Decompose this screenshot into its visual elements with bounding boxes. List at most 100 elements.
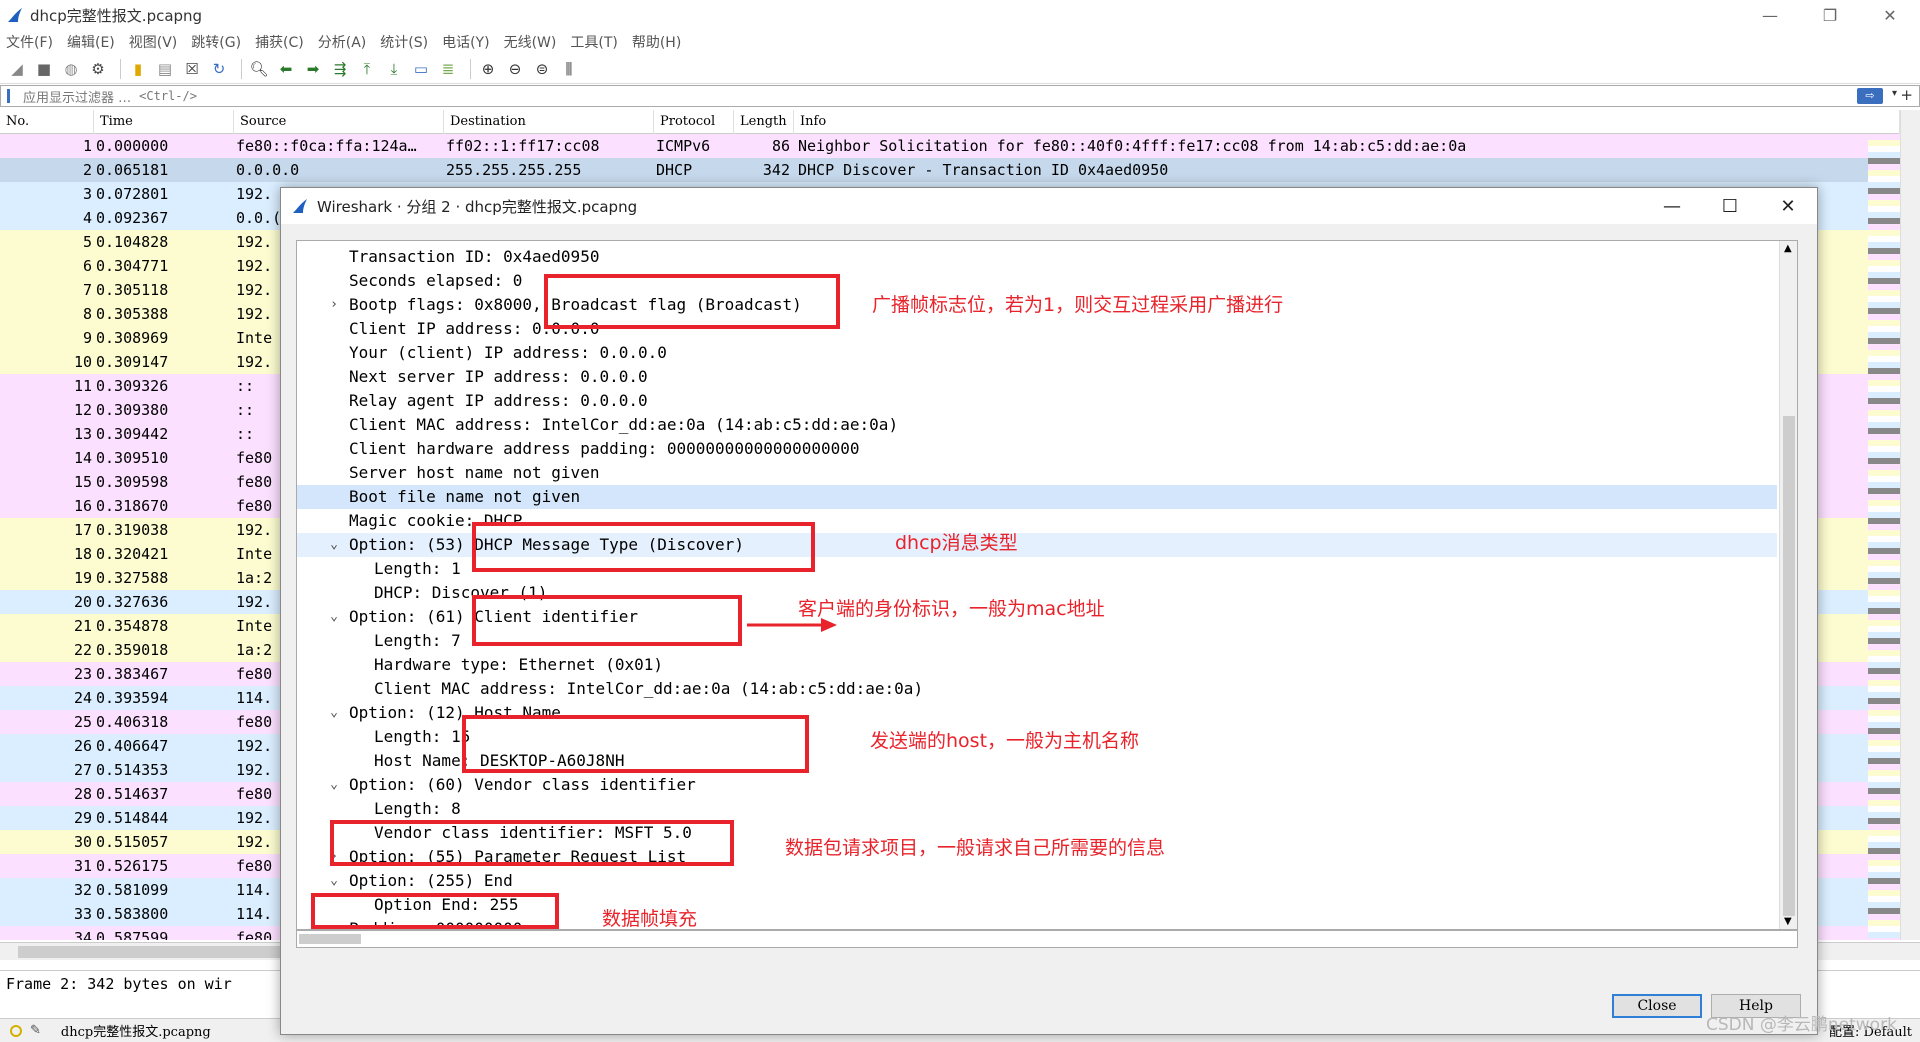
dialog-minimize-button[interactable]: —: [1643, 188, 1701, 224]
frame-summary-line[interactable]: Frame 2: 342 bytes on wir: [6, 975, 232, 993]
tree-item[interactable]: Client IP address: 0.0.0.0: [297, 317, 1777, 341]
menu-telephony[interactable]: 电话(Y): [442, 32, 489, 52]
zoom-reset-icon[interactable]: ⊜: [531, 58, 553, 80]
dialog-close-icon-button[interactable]: ✕: [1759, 188, 1817, 224]
menu-analyze[interactable]: 分析(A): [318, 32, 367, 52]
display-filter-bar[interactable]: 应用显示过滤器 … <Ctrl-/> ⇨ ▾ +: [0, 85, 1920, 107]
annotation-box-param-request: [330, 820, 734, 866]
go-forward-icon[interactable]: ➡: [302, 58, 324, 80]
menu-statistics[interactable]: 统计(S): [380, 32, 428, 52]
tree-item[interactable]: Client hardware address padding: 0000000…: [297, 437, 1777, 461]
tree-item[interactable]: Your (client) IP address: 0.0.0.0: [297, 341, 1777, 365]
tree-item[interactable]: ⌄ Option: (255) End: [297, 869, 1777, 893]
bookmark-icon[interactable]: [7, 89, 19, 103]
apply-filter-arrow-icon[interactable]: ⇨: [1857, 88, 1883, 104]
go-last-icon[interactable]: ⤓: [383, 58, 405, 80]
colorize-icon[interactable]: ≣: [437, 58, 459, 80]
tree-item[interactable]: Relay agent IP address: 0.0.0.0: [297, 389, 1777, 413]
tree-item[interactable]: Hardware type: Ethernet (0x01): [297, 653, 1777, 677]
resize-columns-icon[interactable]: ⫼: [558, 58, 580, 80]
close-file-icon[interactable]: ☒: [181, 58, 203, 80]
expanded-chevron-icon[interactable]: ⌄: [327, 533, 341, 557]
tree-scroll-thumb[interactable]: [1783, 416, 1795, 916]
comment-icon[interactable]: ✎: [30, 1023, 41, 1038]
start-capture-icon[interactable]: ◢: [6, 58, 28, 80]
capture-options-icon[interactable]: ⚙: [87, 58, 109, 80]
menu-tools[interactable]: 工具(T): [570, 32, 617, 52]
expanded-chevron-icon[interactable]: ⌄: [327, 869, 341, 893]
stop-capture-icon[interactable]: ■: [33, 58, 55, 80]
menu-help[interactable]: 帮助(H): [632, 32, 681, 52]
tree-item[interactable]: Server host name not given: [297, 461, 1777, 485]
scroll-down-icon[interactable]: ▼: [1784, 916, 1792, 927]
packet-list-vscrollbar[interactable]: [1900, 110, 1920, 940]
packet-no: 5: [82, 233, 92, 251]
tree-vscrollbar[interactable]: ▲ ▼: [1779, 241, 1797, 929]
open-file-icon[interactable]: ▮: [127, 58, 149, 80]
autoscroll-icon[interactable]: ▭: [410, 58, 432, 80]
column-info[interactable]: Info: [794, 110, 1900, 134]
expanded-chevron-icon[interactable]: ⌄: [327, 773, 341, 797]
go-first-icon[interactable]: ⤒: [356, 58, 378, 80]
tree-item[interactable]: ⌄ Option: (60) Vendor class identifier: [297, 773, 1777, 797]
tree-item-label: Seconds elapsed: 0: [349, 271, 523, 290]
packet-time: 0.514844: [96, 809, 169, 827]
menu-wireless[interactable]: 无线(W): [504, 32, 557, 52]
menu-capture[interactable]: 捕获(C): [255, 32, 304, 52]
expert-info-icon[interactable]: [10, 1024, 22, 1037]
close-button[interactable]: Close: [1612, 994, 1702, 1018]
annotation-box-padding: [311, 893, 559, 929]
column-time[interactable]: Time: [94, 110, 234, 134]
add-filter-button-icon[interactable]: +: [1900, 86, 1913, 104]
packet-length: 86: [771, 137, 790, 155]
main-toolbar: ◢ ■ ◍ ⚙ ▮ ▤ ☒ ↻ 🔍︎ ⬅ ➡ ⇶ ⤒ ⤓ ▭ ≣ ⊕ ⊖ ⊜ ⫼: [0, 54, 1920, 84]
menu-file[interactable]: 文件(F): [6, 32, 53, 52]
tree-item[interactable]: Boot file name not given: [297, 485, 1777, 509]
column-protocol[interactable]: Protocol: [654, 110, 734, 134]
hex-scroll-thumb[interactable]: [299, 934, 361, 944]
minimize-button[interactable]: —: [1740, 0, 1800, 30]
tree-item[interactable]: Client MAC address: IntelCor_dd:ae:0a (1…: [297, 413, 1777, 437]
tree-item[interactable]: Transaction ID: 0x4aed0950: [297, 245, 1777, 269]
packet-no: 6: [82, 257, 92, 275]
dialog-title: Wireshark · 分组 2 · dhcp完整性报文.pcapng: [317, 197, 638, 216]
filter-dropdown-icon[interactable]: ▾: [1892, 88, 1897, 99]
packet-row[interactable]: 2 0.065181 0.0.0.0 255.255.255.255 DHCP 342 DH…: [0, 158, 1900, 182]
menu-edit[interactable]: 编辑(E): [67, 32, 115, 52]
packet-time: 0.309442: [96, 425, 169, 443]
tree-item[interactable]: Client MAC address: IntelCor_dd:ae:0a (1…: [297, 677, 1777, 701]
find-packet-icon[interactable]: 🔍︎: [248, 58, 270, 80]
packet-row[interactable]: 1 0.000000 fe80::f0ca:ffa:124a… ff02::1:ff1…: [0, 134, 1900, 158]
packet-minimap[interactable]: [1868, 134, 1900, 940]
column-length[interactable]: Length: [734, 110, 794, 134]
packet-time: 0.318670: [96, 497, 169, 515]
reload-file-icon[interactable]: ↻: [208, 58, 230, 80]
column-no[interactable]: No.: [0, 110, 94, 134]
menu-go[interactable]: 跳转(G): [191, 32, 241, 52]
tree-item[interactable]: Length: 8: [297, 797, 1777, 821]
tree-item[interactable]: Next server IP address: 0.0.0.0: [297, 365, 1777, 389]
column-destination[interactable]: Destination: [444, 110, 654, 134]
restore-button[interactable]: ❐: [1800, 0, 1860, 30]
status-filename: dhcp完整性报文.pcapng: [60, 1025, 211, 1040]
column-source[interactable]: Source: [234, 110, 444, 134]
dialog-maximize-button[interactable]: ☐: [1701, 188, 1759, 224]
menu-view[interactable]: 视图(V): [129, 32, 178, 52]
tree-item-label: Length: 8: [374, 799, 461, 818]
packet-time: 0.514637: [96, 785, 169, 803]
hex-pane-scrollbar[interactable]: [296, 930, 1798, 948]
expanded-chevron-icon[interactable]: ⌄: [327, 701, 341, 725]
zoom-out-icon[interactable]: ⊖: [504, 58, 526, 80]
packet-no: 25: [73, 713, 92, 731]
expanded-chevron-icon[interactable]: ⌄: [327, 605, 341, 629]
go-back-icon[interactable]: ⬅: [275, 58, 297, 80]
tree-item-label: Client hardware address padding: 0000000…: [349, 439, 860, 458]
scroll-up-icon[interactable]: ▲: [1784, 243, 1792, 254]
go-to-packet-icon[interactable]: ⇶: [329, 58, 351, 80]
close-window-button[interactable]: ✕: [1860, 0, 1920, 30]
restart-capture-icon[interactable]: ◍: [60, 58, 82, 80]
save-file-icon[interactable]: ▤: [154, 58, 176, 80]
collapsed-chevron-icon[interactable]: ›: [327, 293, 341, 317]
tree-item-label: Client MAC address: IntelCor_dd:ae:0a (1…: [374, 679, 924, 698]
zoom-in-icon[interactable]: ⊕: [477, 58, 499, 80]
